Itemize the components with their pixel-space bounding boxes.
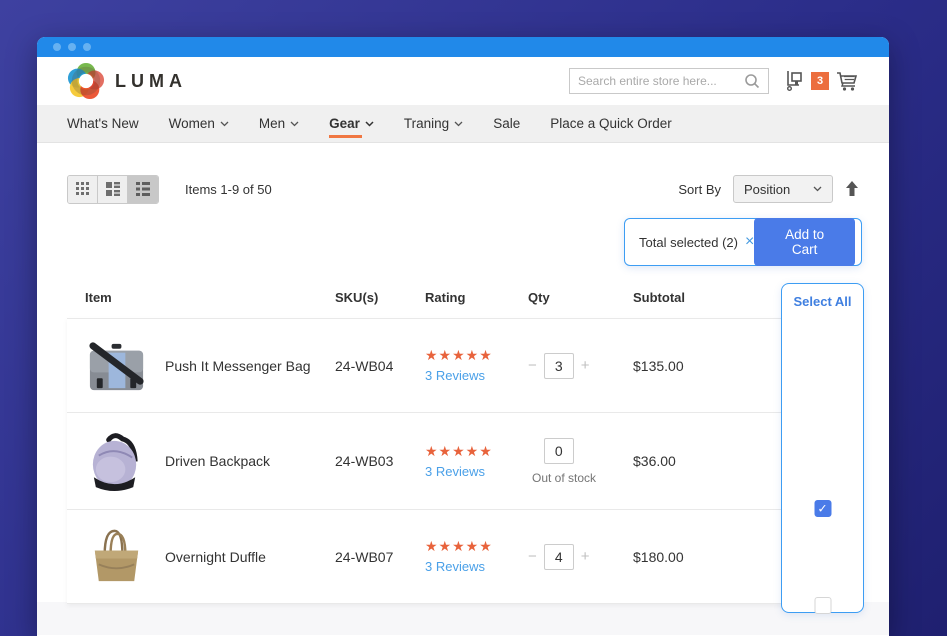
items-count: Items 1-9 of 50 — [185, 182, 272, 197]
clear-selection-icon[interactable]: × — [745, 234, 754, 250]
rating-stars: ★★★★★ — [425, 539, 528, 553]
qty-decrement-button[interactable]: − — [528, 357, 537, 374]
rating-stars: ★★★★★ — [425, 444, 528, 458]
view-mode-group — [67, 175, 159, 204]
product-image-messenger-bag[interactable] — [85, 334, 148, 397]
qty-input[interactable] — [544, 438, 574, 464]
reviews-link[interactable]: 3 Reviews — [425, 464, 485, 479]
view-mode-list-button[interactable] — [128, 176, 158, 203]
product-sku: 24-WB04 — [335, 358, 425, 374]
product-name[interactable]: Push It Messenger Bag — [165, 358, 335, 374]
logo-text: LUMA — [115, 71, 187, 92]
stock-status-label: Out of stock — [528, 471, 600, 485]
nav-label: Men — [259, 116, 285, 131]
page-content: Items 1-9 of 50 Sort By Position Total s… — [37, 143, 889, 635]
grid-view-icon — [76, 182, 90, 196]
product-name[interactable]: Driven Backpack — [165, 453, 335, 469]
window-control-dot[interactable] — [83, 43, 91, 51]
column-header-item: Item — [85, 290, 335, 305]
row-checkbox[interactable] — [814, 597, 831, 614]
site-header: LUMA 3 — [37, 57, 889, 105]
cart-icon[interactable] — [835, 70, 859, 92]
column-header-qty: Qty — [528, 290, 633, 305]
table-header-row: Item SKU(s) Rating Qty Subtotal — [67, 290, 827, 305]
chevron-down-icon — [365, 121, 374, 127]
product-sku: 24-WB07 — [335, 549, 425, 565]
table-row: Push It Messenger Bag 24-WB04 ★★★★★ 3 Re… — [67, 319, 857, 413]
product-image-backpack[interactable] — [85, 430, 148, 493]
nav-item-quick-order[interactable]: Place a Quick Order — [550, 105, 672, 142]
product-name[interactable]: Overnight Duffle — [165, 549, 335, 565]
total-selected-label: Total selected (2) — [639, 235, 738, 250]
window-control-dot[interactable] — [68, 43, 76, 51]
product-sku: 24-WB03 — [335, 453, 425, 469]
selection-bar: Total selected (2) × Add to Cart — [624, 218, 862, 266]
sort-by-label: Sort By — [678, 182, 721, 197]
qty-input[interactable] — [544, 544, 574, 570]
row-checkbox[interactable] — [814, 500, 831, 517]
luma-logo[interactable]: LUMA — [67, 62, 187, 100]
content-footer-area — [37, 602, 889, 635]
nav-item-traning[interactable]: Traning — [404, 105, 463, 142]
chevron-down-icon — [290, 121, 299, 127]
nav-label: Gear — [329, 116, 360, 131]
main-nav: What's New Women Men Gear Traning Sale P… — [37, 105, 889, 143]
select-all-link[interactable]: Select All — [793, 294, 851, 309]
chevron-down-icon — [454, 121, 463, 127]
quick-order-handtruck-icon[interactable] — [783, 70, 805, 92]
search-icon[interactable] — [744, 73, 760, 89]
luma-logo-icon — [67, 62, 105, 100]
reviews-link[interactable]: 3 Reviews — [425, 559, 485, 574]
sort-direction-asc-icon[interactable] — [845, 181, 859, 197]
table-row: Driven Backpack 24-WB03 ★★★★★ 3 Reviews … — [67, 413, 857, 510]
view-mode-grid-button[interactable] — [68, 176, 98, 203]
column-header-rating: Rating — [425, 290, 528, 305]
view-mode-mixed-button[interactable] — [98, 176, 128, 203]
listing-toolbar: Items 1-9 of 50 Sort By Position — [67, 175, 859, 203]
nav-item-sale[interactable]: Sale — [493, 105, 520, 142]
add-to-cart-button[interactable]: Add to Cart — [754, 218, 855, 266]
select-column-panel: Select All — [781, 283, 864, 613]
nav-label: Place a Quick Order — [550, 116, 672, 131]
list-view-icon — [136, 182, 150, 196]
nav-item-whats-new[interactable]: What's New — [67, 105, 139, 142]
mixed-view-icon — [106, 182, 120, 196]
nav-item-gear[interactable]: Gear — [329, 105, 374, 142]
nav-item-women[interactable]: Women — [169, 105, 229, 142]
product-image-duffle[interactable] — [85, 525, 148, 588]
chevron-down-icon — [220, 121, 229, 127]
qty-increment-button[interactable]: + — [581, 357, 590, 374]
nav-item-men[interactable]: Men — [259, 105, 299, 142]
nav-label: Traning — [404, 116, 449, 131]
nav-label: What's New — [67, 116, 139, 131]
cart-count-badge: 3 — [811, 72, 829, 90]
qty-input[interactable] — [544, 353, 574, 379]
search-input[interactable] — [578, 74, 744, 88]
qty-decrement-button[interactable]: − — [528, 548, 537, 565]
qty-increment-button[interactable]: + — [581, 548, 590, 565]
search-box — [569, 68, 769, 94]
reviews-link[interactable]: 3 Reviews — [425, 368, 485, 383]
nav-label: Sale — [493, 116, 520, 131]
column-header-sku: SKU(s) — [335, 290, 425, 305]
window-titlebar — [37, 37, 889, 57]
browser-window: LUMA 3 — [37, 37, 889, 636]
chevron-down-icon — [813, 186, 822, 192]
sort-select-value: Position — [744, 182, 790, 197]
table-row: Overnight Duffle 24-WB07 ★★★★★ 3 Reviews… — [67, 510, 857, 604]
rating-stars: ★★★★★ — [425, 348, 528, 362]
nav-label: Women — [169, 116, 215, 131]
desktop-background: { "header": { "logo_text": "LUMA", "sear… — [0, 0, 947, 636]
product-table: Push It Messenger Bag 24-WB04 ★★★★★ 3 Re… — [67, 318, 857, 604]
window-control-dot[interactable] — [53, 43, 61, 51]
sort-select[interactable]: Position — [733, 175, 833, 203]
